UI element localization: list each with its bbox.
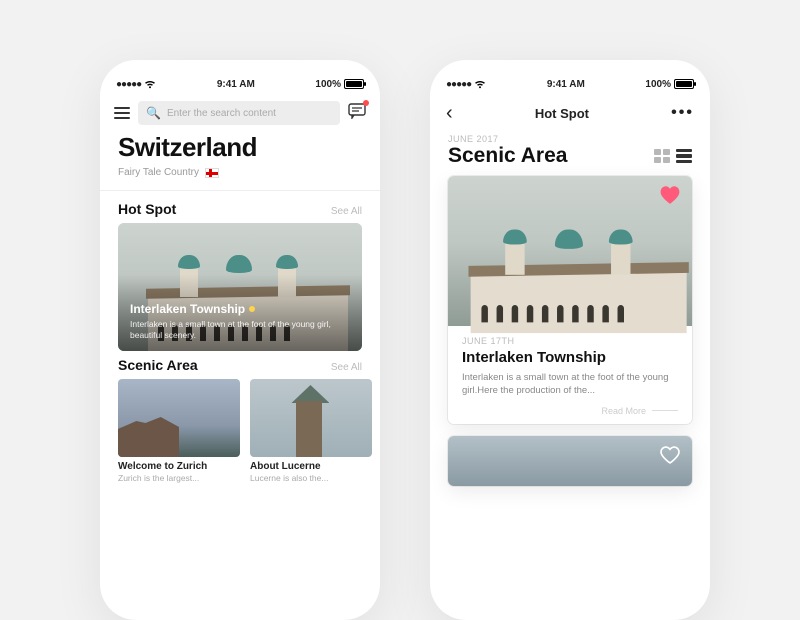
- wifi-icon: [474, 80, 486, 89]
- phone-frame-right: ●●●●● 9:41 AM 100% ‹ Hot Spot ••• JUNE 2…: [430, 60, 710, 620]
- hotspot-hero-card[interactable]: Interlaken Township Interlaken is a smal…: [118, 223, 362, 351]
- divider: [100, 190, 380, 191]
- nav-title: Hot Spot: [535, 106, 589, 121]
- card-desc: Lucerne is also the...: [250, 473, 372, 483]
- card-desc: Zurich is the largest...: [118, 473, 240, 483]
- notification-badge: [363, 100, 369, 106]
- signal-dots-icon: ●●●●●: [446, 79, 471, 90]
- flag-icon: [205, 168, 219, 178]
- article-card[interactable]: [448, 436, 692, 486]
- scenic-card[interactable]: Welcome to Zurich Zurich is the largest.…: [118, 379, 240, 483]
- status-time: 9:41 AM: [547, 79, 585, 90]
- page-subtitle: Fairy Tale Country: [118, 167, 199, 178]
- more-button[interactable]: •••: [671, 104, 694, 122]
- see-all-link[interactable]: See All: [331, 206, 362, 217]
- status-bar: ●●●●● 9:41 AM 100%: [430, 72, 710, 96]
- card-title: Welcome to Zurich: [118, 461, 240, 472]
- battery-icon: [344, 79, 364, 89]
- card-title: About Lucerne: [250, 461, 372, 472]
- page-title: Scenic Area: [448, 144, 567, 168]
- favorite-button[interactable]: [660, 446, 680, 469]
- grid-view-button[interactable]: [654, 149, 670, 163]
- search-input[interactable]: 🔍 Enter the search content: [138, 101, 340, 125]
- top-nav: ‹ Hot Spot •••: [430, 96, 710, 130]
- favorite-button[interactable]: [660, 186, 680, 209]
- read-more-link[interactable]: Read More: [462, 406, 678, 416]
- section-header-scenic: Scenic Area See All: [100, 351, 380, 379]
- location-pin-icon: [249, 306, 255, 312]
- header-block: Switzerland Fairy Tale Country: [100, 130, 380, 186]
- card-image: [118, 379, 240, 457]
- scenic-card[interactable]: About Lucerne Lucerne is also the...: [250, 379, 372, 483]
- battery-icon: [674, 79, 694, 89]
- see-all-link[interactable]: See All: [331, 362, 362, 373]
- card-date: JUNE 17TH: [462, 336, 678, 346]
- section-title: Scenic Area: [118, 357, 198, 373]
- section-title: Hot Spot: [118, 201, 176, 217]
- month-label: JUNE 2017: [430, 130, 710, 144]
- view-toggle: [654, 149, 692, 163]
- status-bar: ●●●●● 9:41 AM 100%: [100, 72, 380, 96]
- status-battery-pct: 100%: [645, 79, 671, 90]
- signal-dots-icon: ●●●●●: [116, 79, 141, 90]
- card-image: [448, 176, 692, 326]
- card-title: Interlaken Township: [462, 349, 678, 366]
- search-placeholder: Enter the search content: [167, 108, 276, 119]
- list-view-button[interactable]: [676, 149, 692, 163]
- card-desc: Interlaken is a small town at the foot o…: [462, 371, 678, 398]
- phone-frame-left: ●●●●● 9:41 AM 100% 🔍 Enter the search co…: [100, 60, 380, 620]
- card-image: [448, 436, 692, 486]
- status-time: 9:41 AM: [217, 79, 255, 90]
- status-battery-pct: 100%: [315, 79, 341, 90]
- hero-desc: Interlaken is a small town at the foot o…: [130, 319, 350, 341]
- page-title: Switzerland: [118, 132, 362, 163]
- back-button[interactable]: ‹: [446, 102, 453, 125]
- search-icon: 🔍: [146, 106, 161, 120]
- messages-button[interactable]: [348, 103, 366, 124]
- top-nav: 🔍 Enter the search content: [100, 96, 380, 130]
- scenic-cards-row[interactable]: Welcome to Zurich Zurich is the largest.…: [100, 379, 380, 483]
- section-header-hotspot: Hot Spot See All: [100, 195, 380, 223]
- hero-title: Interlaken Township: [130, 302, 245, 316]
- article-card[interactable]: JUNE 17TH Interlaken Township Interlaken…: [448, 176, 692, 424]
- card-image: [250, 379, 372, 457]
- menu-button[interactable]: [114, 107, 130, 119]
- wifi-icon: [144, 80, 156, 89]
